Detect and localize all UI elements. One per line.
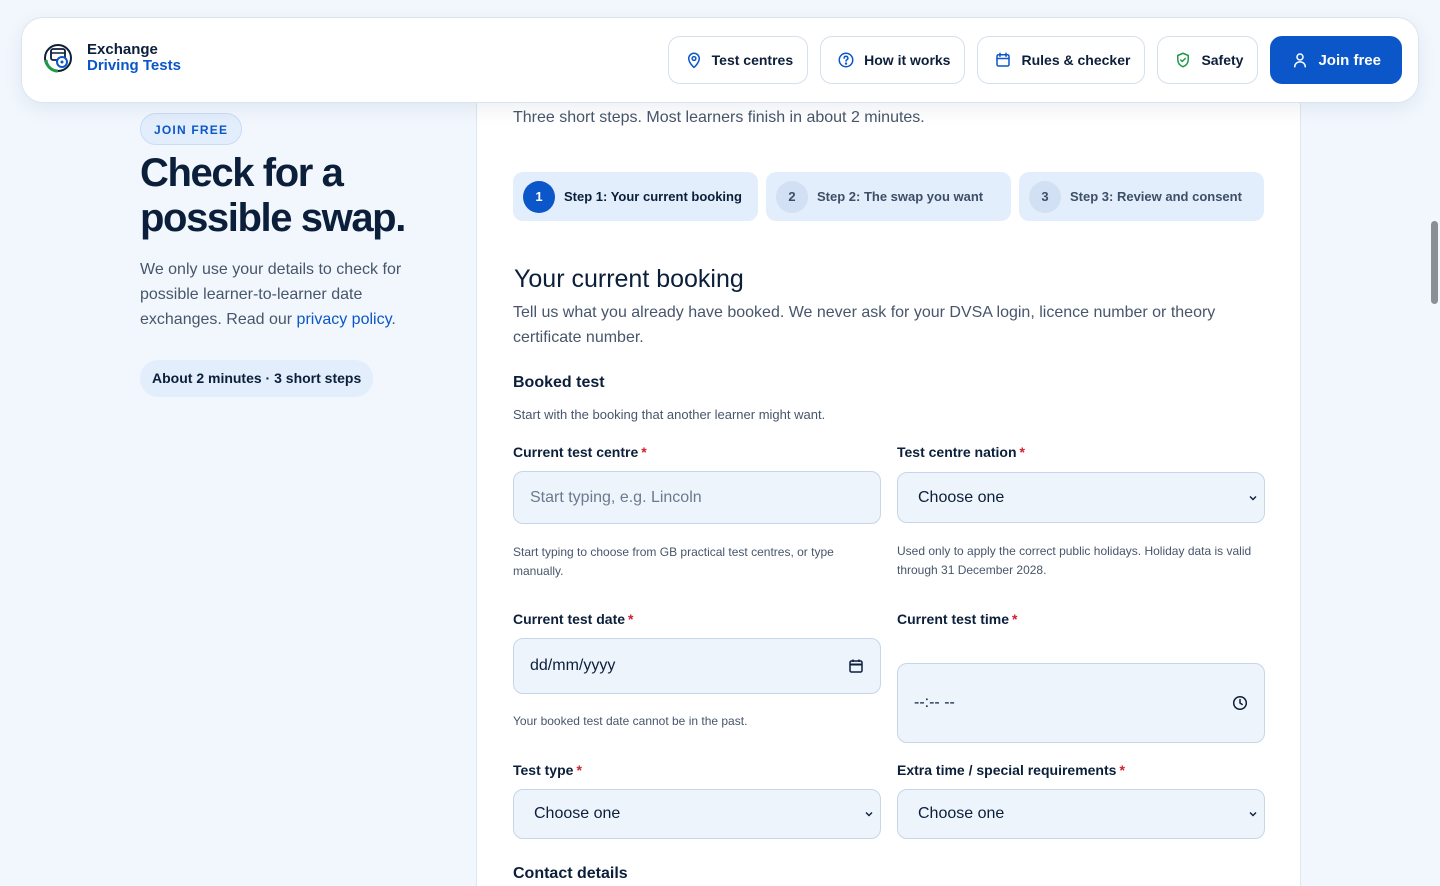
question-circle-icon xyxy=(838,52,854,68)
nation-help-text: Used only to apply the correct public ho… xyxy=(897,544,1252,577)
step-number: 1 xyxy=(523,180,555,213)
test-type-select[interactable]: Choose one xyxy=(513,789,881,839)
required-marker: * xyxy=(1012,611,1018,627)
hero-description: We only use your details to check for po… xyxy=(140,257,440,332)
label-text: Current test date xyxy=(513,611,626,627)
hero-panel: JOIN FREE Check for a possible swap. We … xyxy=(140,113,440,397)
booked-test-heading: Booked test xyxy=(513,374,605,391)
page-scrollbar[interactable] xyxy=(1428,0,1440,886)
extra-time-select[interactable]: Choose one xyxy=(897,789,1265,839)
nav-label: How it works xyxy=(864,52,951,68)
current-test-centre-label: Current test centre * xyxy=(513,444,647,460)
calendar-picker-icon[interactable] xyxy=(848,658,864,674)
brand-name-line1: Exchange xyxy=(87,41,158,58)
current-test-date-input[interactable]: dd/mm/yyyy xyxy=(513,638,881,694)
current-test-date-label: Current test date * xyxy=(513,611,633,627)
step-indicator: 1 Step 1: Your current booking 2 Step 2:… xyxy=(513,172,1264,221)
brand[interactable]: Exchange Driving Tests xyxy=(42,42,181,74)
step-number: 2 xyxy=(776,180,808,213)
clock-icon[interactable] xyxy=(1232,695,1248,711)
main-nav: Test centres How it works Rules & checke… xyxy=(667,36,1402,84)
extra-time-label: Extra time / special requirements * xyxy=(897,762,1125,778)
shield-check-icon xyxy=(1177,52,1190,68)
section-title: Your current booking xyxy=(514,265,744,293)
hero-text-end: . xyxy=(391,311,396,328)
date-help-text: Your booked test date cannot be in the p… xyxy=(513,714,748,728)
logo-icon xyxy=(44,44,72,73)
chevron-down-icon xyxy=(1249,495,1257,500)
nav-test-centres-button[interactable]: Test centres xyxy=(667,36,809,84)
current-test-centre-input[interactable]: Start typing, e.g. Lincoln xyxy=(513,471,881,524)
test-type-label: Test type * xyxy=(513,762,582,778)
label-text: Extra time / special requirements xyxy=(897,762,1117,778)
required-marker: * xyxy=(628,611,634,627)
nav-label: Rules & checker xyxy=(1021,52,1131,68)
scrollbar-thumb[interactable] xyxy=(1431,221,1438,304)
chevron-down-icon xyxy=(865,812,873,817)
date-value: dd/mm/yyyy xyxy=(530,657,616,674)
select-value: Choose one xyxy=(534,805,621,822)
input-placeholder: Start typing, e.g. Lincoln xyxy=(530,488,702,506)
step-3-tab[interactable]: 3 Step 3: Review and consent xyxy=(1019,172,1264,221)
current-test-time-label: Current test time * xyxy=(897,611,1017,627)
label-text: Test type xyxy=(513,762,574,778)
form-intro: Three short steps. Most learners finish … xyxy=(513,109,925,126)
select-value: Choose one xyxy=(918,488,1005,506)
brand-name-line2: Driving Tests xyxy=(87,57,181,74)
privacy-policy-link[interactable]: privacy policy xyxy=(297,311,392,328)
map-pin-icon xyxy=(687,52,700,69)
step-label: Step 3: Review and consent xyxy=(1070,189,1242,204)
required-marker: * xyxy=(576,762,582,778)
contact-details-heading: Contact details xyxy=(513,865,628,882)
required-marker: * xyxy=(1119,762,1125,778)
label-text: Current test centre xyxy=(513,444,639,460)
nav-rules-checker-button[interactable]: Rules & checker xyxy=(977,36,1146,84)
nav-label: Test centres xyxy=(711,52,794,68)
section-description: Tell us what you already have booked. We… xyxy=(513,304,1216,346)
booking-form-card: Three short steps. Most learners finish … xyxy=(476,90,1301,886)
step-2-tab[interactable]: 2 Step 2: The swap you want xyxy=(766,172,1011,221)
current-test-time-input[interactable]: --:-- -- xyxy=(897,663,1265,743)
calendar-icon xyxy=(996,52,1011,67)
join-free-button[interactable]: Join free xyxy=(1270,36,1402,84)
required-marker: * xyxy=(641,444,647,460)
test-centre-nation-label: Test centre nation * xyxy=(897,444,1025,460)
booked-test-description: Start with the booking that another lear… xyxy=(513,407,826,422)
step-label: Step 1: Your current booking xyxy=(564,189,742,204)
user-icon xyxy=(1294,53,1307,68)
duration-badge: About 2 minutes · 3 short steps xyxy=(140,360,374,397)
step-1-tab[interactable]: 1 Step 1: Your current booking xyxy=(513,172,758,221)
nav-safety-button[interactable]: Safety xyxy=(1157,36,1259,84)
nav-label: Safety xyxy=(1201,52,1244,68)
site-header: Exchange Driving Tests Test centres How … xyxy=(21,17,1419,103)
join-free-label: Join free xyxy=(1318,51,1381,69)
required-marker: * xyxy=(1019,444,1025,460)
step-number: 3 xyxy=(1029,180,1061,213)
centre-help-text: Start typing to choose from GB practical… xyxy=(513,545,834,578)
chevron-down-icon xyxy=(1249,812,1257,817)
test-centre-nation-select[interactable]: Choose one xyxy=(897,472,1265,523)
time-value: --:-- -- xyxy=(914,694,955,711)
label-text: Current test time xyxy=(897,611,1010,627)
hero-title: Check for a possible swap. xyxy=(140,151,406,240)
step-label: Step 2: The swap you want xyxy=(817,189,984,204)
select-value: Choose one xyxy=(918,805,1005,822)
label-text: Test centre nation xyxy=(897,444,1017,460)
nav-how-it-works-button[interactable]: How it works xyxy=(820,36,966,84)
join-free-tag: JOIN FREE xyxy=(140,113,243,145)
